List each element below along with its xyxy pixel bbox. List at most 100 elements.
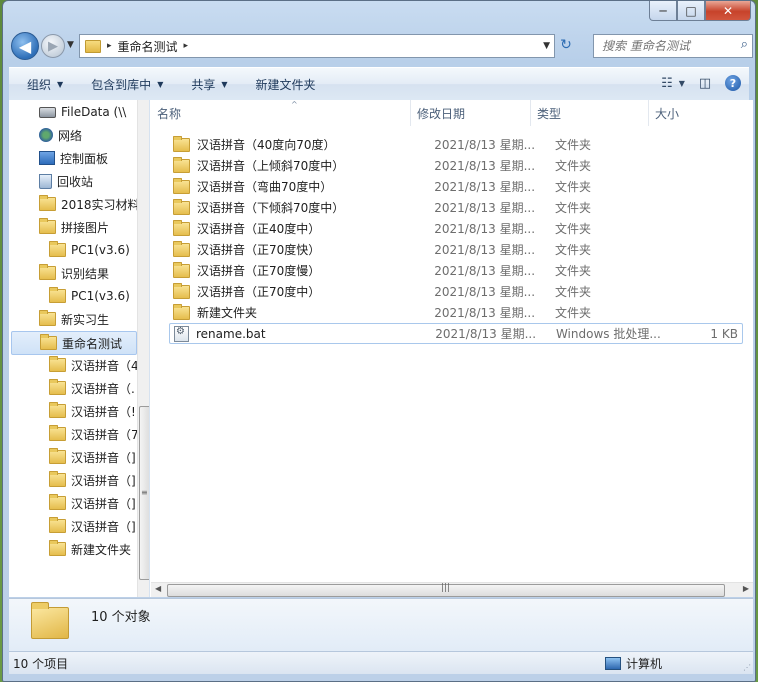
folder-icon — [173, 220, 190, 236]
file-name-cell: 汉语拼音（上倾斜70度中） — [169, 157, 430, 174]
file-list-horizontal-scrollbar[interactable]: ◀ ||| ▶ — [151, 582, 753, 597]
file-date: 2021/8/13 星期... — [434, 138, 536, 152]
file-row[interactable]: 汉语拼音（上倾斜70度中） 2021/8/13 星期... 文件夹 — [169, 155, 741, 176]
sidebar-item[interactable]: 回收站 — [39, 170, 93, 192]
maximize-button[interactable]: □ — [677, 1, 705, 21]
chevron-down-icon: ▼ — [157, 79, 164, 89]
search-box[interactable]: ⌕ — [593, 34, 753, 58]
file-type: 文件夹 — [554, 306, 591, 320]
sidebar-item-label: FileData (\\ — [61, 105, 127, 119]
sidebar-item-label: 识别结果 — [61, 266, 110, 281]
file-row[interactable]: 汉语拼音（正70度慢） 2021/8/13 星期... 文件夹 — [169, 260, 741, 281]
address-bar[interactable]: ▸ 重命名测试 ▸ ▼ — [79, 34, 555, 58]
file-name-cell: 汉语拼音（弯曲70度中） — [169, 178, 430, 195]
file-row[interactable]: 汉语拼音（正40度中） 2021/8/13 星期... 文件夹 — [169, 218, 741, 239]
address-dropdown-icon[interactable]: ▼ — [543, 41, 550, 51]
scroll-left-icon[interactable]: ◀ — [155, 584, 161, 593]
column-header-type[interactable]: 类型 — [531, 100, 649, 126]
sidebar-item[interactable]: 2018实习材料 — [39, 193, 140, 215]
sidebar-item[interactable]: 汉语拼音（4 — [49, 354, 139, 376]
sidebar-item[interactable]: 汉语拼音（! — [49, 400, 136, 422]
sidebar-item-label: 拼接图片 — [61, 220, 110, 235]
organize-label: 组织 — [27, 77, 52, 92]
navigation-pane-scrollbar[interactable]: ≡ — [137, 100, 149, 597]
file-row[interactable]: 新建文件夹 2021/8/13 星期... 文件夹 — [169, 302, 741, 323]
sidebar-item[interactable]: FileData (\\ — [39, 101, 126, 123]
sidebar-item[interactable]: PC1(v3.6) — [49, 239, 130, 261]
column-header-name[interactable]: 名称 — [151, 100, 411, 126]
sidebar-item[interactable]: 新实习生 — [39, 308, 109, 330]
organize-menu[interactable]: 组织 ▼ — [17, 72, 73, 96]
recent-pages-dropdown-icon[interactable]: ▼ — [67, 40, 74, 50]
column-header-size[interactable]: 大小 — [649, 100, 729, 126]
file-date: 2021/8/13 星期... — [434, 201, 536, 215]
folder-icon — [39, 195, 56, 211]
sidebar-item[interactable]: 控制面板 — [39, 147, 108, 169]
file-type: 文件夹 — [554, 180, 591, 194]
file-row[interactable]: 汉语拼音（弯曲70度中） 2021/8/13 星期... 文件夹 — [169, 176, 741, 197]
include-in-library-menu[interactable]: 包含到库中 ▼ — [81, 72, 173, 96]
close-button[interactable]: ✕ — [705, 1, 751, 21]
sidebar-item-label: 汉语拼音（! — [71, 404, 136, 419]
sidebar-item[interactable]: 网络 — [39, 124, 82, 146]
batch-file-icon — [174, 325, 189, 342]
file-row[interactable]: 汉语拼音（正70度中） 2021/8/13 星期... 文件夹 — [169, 281, 741, 302]
sidebar-item[interactable]: 汉语拼音（] — [49, 446, 136, 468]
preview-pane-icon[interactable]: ◫ — [693, 72, 717, 94]
refresh-button[interactable]: ↻ — [555, 34, 577, 56]
new-folder-button[interactable]: 新建文件夹 — [246, 72, 326, 96]
file-name-cell: 汉语拼音（正70度快） — [169, 241, 430, 258]
sidebar-item[interactable]: 汉语拼音（. — [49, 377, 135, 399]
search-icon[interactable]: ⌕ — [741, 37, 748, 52]
file-row[interactable]: 汉语拼音（正70度快） 2021/8/13 星期... 文件夹 — [169, 239, 741, 260]
file-name: 汉语拼音（正70度快） — [197, 243, 321, 257]
resize-grip-icon[interactable]: ⋰ — [743, 663, 751, 672]
item-count-status: 10 个项目 — [13, 656, 69, 671]
search-input[interactable] — [594, 38, 734, 54]
sidebar-item[interactable]: 识别结果 — [39, 262, 109, 284]
file-type: 文件夹 — [554, 264, 591, 278]
sidebar-item[interactable]: 重命名测试 — [11, 331, 137, 355]
sidebar-item-label: 汉语拼音（] — [71, 450, 136, 465]
computer-zone-label: 计算机 — [626, 656, 663, 671]
new-folder-label: 新建文件夹 — [255, 77, 316, 92]
sidebar-item-label: 重命名测试 — [62, 336, 123, 351]
file-row[interactable]: 汉语拼音（下倾斜70度中） 2021/8/13 星期... 文件夹 — [169, 197, 741, 218]
folder-icon — [49, 379, 66, 395]
sidebar-item[interactable]: PC1(v3.6) — [49, 285, 130, 307]
file-type: Windows 批处理... — [555, 327, 661, 341]
breadcrumb-separator-icon[interactable]: ▸ — [107, 41, 112, 51]
file-name-cell: 汉语拼音（正70度慢） — [169, 262, 430, 279]
sidebar-item[interactable]: 汉语拼音（7 — [49, 423, 139, 445]
forward-button[interactable]: ▶ — [41, 34, 65, 58]
file-row[interactable]: rename.bat 2021/8/13 星期... Windows 批处理... 1… — [169, 323, 743, 344]
sidebar-item[interactable]: 汉语拼音（] — [49, 492, 136, 514]
back-button[interactable]: ◀ — [11, 32, 39, 60]
item-count-detail: 10 个对象 — [91, 610, 151, 625]
sidebar-item-label: 汉语拼音（4 — [71, 358, 139, 373]
view-options-icon[interactable]: ☷ ▼ — [661, 72, 685, 94]
sidebar-item[interactable]: 汉语拼音（] — [49, 469, 136, 491]
sidebar-item[interactable]: 汉语拼音（] — [49, 515, 136, 537]
breadcrumb-current[interactable]: 重命名测试 — [118, 38, 178, 55]
minimize-button[interactable]: ─ — [649, 1, 677, 21]
sidebar-item[interactable]: 拼接图片 — [39, 216, 109, 238]
column-header-date[interactable]: 修改日期 — [411, 100, 531, 126]
sidebar-item[interactable]: 新建文件夹 — [49, 538, 131, 560]
share-menu[interactable]: 共享 ▼ — [181, 72, 237, 96]
help-icon[interactable]: ? — [725, 75, 741, 91]
panes: 新建文件夹 汉语拼音（] 汉语拼音（] 汉语拼音（] 汉语拼音（] 汉语拼音（7 汉语拼音（… — [9, 100, 753, 597]
file-type: 文件夹 — [554, 159, 591, 173]
file-type: 文件夹 — [554, 222, 591, 236]
breadcrumb-separator-icon[interactable]: ▸ — [184, 41, 189, 51]
network-icon — [39, 128, 53, 142]
status-bar: 10 个项目 计算机 ⋰ — [9, 651, 753, 674]
folder-icon — [173, 283, 190, 299]
recycle-bin-icon — [39, 173, 52, 189]
file-row[interactable]: 汉语拼音（40度向70度） 2021/8/13 星期... 文件夹 — [169, 134, 741, 155]
scrollbar-grip-icon: ||| — [441, 583, 451, 593]
folder-icon — [85, 39, 101, 53]
file-date: 2021/8/13 星期... — [434, 222, 536, 236]
scroll-right-icon[interactable]: ▶ — [743, 584, 749, 593]
scrollbar-grip-icon: ≡ — [141, 488, 148, 497]
